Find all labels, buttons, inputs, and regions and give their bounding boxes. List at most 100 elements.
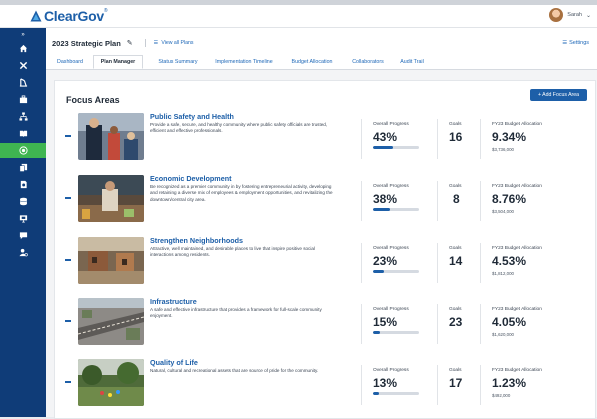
tab-dashboard[interactable]: Dashboard	[50, 55, 90, 69]
expand-row-icon[interactable]	[65, 197, 71, 199]
expand-row-icon[interactable]	[65, 381, 71, 383]
goals-label: Goals	[449, 368, 462, 373]
sidebar-item-org[interactable]	[0, 109, 46, 124]
sidebar-item-briefcase[interactable]	[0, 92, 46, 107]
progress-bar-fill	[373, 208, 391, 211]
expand-row-icon[interactable]	[65, 135, 71, 137]
book-icon	[19, 130, 27, 138]
budget-percent: 9.34%	[492, 130, 527, 144]
divider	[480, 304, 481, 344]
progress-bar-fill	[373, 392, 379, 395]
settings-link[interactable]: ☰ Settings	[562, 40, 589, 46]
progress-value: 13%	[373, 376, 398, 390]
document-chart-icon	[20, 180, 27, 189]
focus-area-image	[78, 237, 144, 284]
add-focus-area-button[interactable]: + Add Focus Area	[530, 89, 587, 101]
sidebar-item-reports[interactable]	[0, 177, 46, 192]
divider	[437, 181, 438, 221]
progress-bar	[373, 392, 419, 395]
chevron-down-icon: ⌄	[585, 12, 591, 19]
sidebar-item-messages[interactable]	[0, 228, 46, 243]
goals-value: 16	[449, 130, 463, 144]
pencil-icon[interactable]: ✎	[127, 39, 133, 47]
progress-label: Overall Progress	[373, 307, 409, 312]
focus-area-name[interactable]: Public Safety and Health	[150, 112, 234, 121]
focus-area-description: Natural, cultural and recreational asset…	[150, 368, 319, 373]
tab-audit-trail[interactable]: Audit Trail	[396, 55, 428, 69]
progress-bar	[373, 331, 419, 334]
goals-value: 17	[449, 376, 463, 390]
main-content: Focus Areas + Add Focus Area Public Safe…	[46, 70, 597, 419]
app-window: ClearGov® Sarah ⌄ » 2023 Strategic Plan …	[0, 5, 597, 419]
focus-area-name[interactable]: Quality of Life	[150, 358, 198, 367]
progress-value: 43%	[373, 130, 398, 144]
progress-bar	[373, 146, 419, 149]
logo-text: ClearGov®	[44, 8, 108, 24]
sidebar-item-scale[interactable]	[0, 75, 46, 90]
sidebar-item-tools[interactable]	[0, 58, 46, 73]
budget-amount: $3,504,000	[492, 209, 514, 214]
user-name: Sarah	[567, 12, 582, 18]
plan-title-row: 2023 Strategic Plan ✎ ☰ View all Plans	[52, 37, 194, 49]
focus-area-name[interactable]: Strengthen Neighborhoods	[150, 236, 243, 245]
focus-area-description: Attractive, well maintained, and desirab…	[150, 246, 315, 258]
focus-area-image	[78, 359, 144, 406]
expand-row-icon[interactable]	[65, 320, 71, 322]
tab-status-summary[interactable]: Status Summary	[150, 55, 206, 69]
progress-label: Overall Progress	[373, 122, 409, 127]
divider	[437, 365, 438, 405]
focus-area-description: Provide a safe, secure, and healthy comm…	[150, 122, 328, 134]
progress-bar-fill	[373, 146, 393, 149]
focus-area-image	[78, 298, 144, 345]
avatar	[549, 8, 564, 22]
sidebar: »	[0, 28, 46, 417]
view-all-plans-link[interactable]: ☰ View all Plans	[154, 40, 194, 46]
budget-amount: $492,000	[492, 393, 511, 398]
view-all-label: View all Plans	[161, 40, 194, 46]
sidebar-item-book[interactable]	[0, 126, 46, 141]
scale-icon	[19, 78, 27, 87]
focus-area-row: Infrastructure A safe and effective infr…	[55, 297, 595, 348]
cleargov-logo[interactable]: ClearGov®	[30, 8, 108, 24]
budget-percent: 4.53%	[492, 254, 527, 268]
focus-area-description: A safe and effective infrastructure that…	[150, 307, 322, 319]
focus-area-row: Public Safety and Health Provide a safe,…	[55, 112, 595, 163]
settings-label: Settings	[569, 40, 589, 46]
progress-value: 15%	[373, 315, 398, 329]
divider	[480, 119, 481, 159]
divider	[144, 39, 146, 47]
tab-implementation-timeline[interactable]: Implementation Timeline	[209, 55, 279, 69]
goals-value: 8	[453, 192, 460, 206]
tab-budget-allocation[interactable]: Budget Allocation	[286, 55, 338, 69]
progress-value: 23%	[373, 254, 398, 268]
focus-area-row: Economic Development Be recognized as a …	[55, 174, 595, 225]
tab-plan-manager[interactable]: Plan Manager	[93, 55, 143, 69]
progress-bar-fill	[373, 331, 380, 334]
progress-label: Overall Progress	[373, 184, 409, 189]
budget-percent: 8.76%	[492, 192, 527, 206]
tab-collaborators[interactable]: Collaborators	[347, 55, 389, 69]
briefcase-icon	[19, 95, 27, 104]
divider	[361, 243, 362, 283]
database-icon	[19, 197, 27, 206]
goals-label: Goals	[449, 184, 462, 189]
divider	[437, 304, 438, 344]
focus-area-name[interactable]: Infrastructure	[150, 297, 197, 306]
sidebar-item-documents[interactable]	[0, 160, 46, 175]
sidebar-item-presentation[interactable]	[0, 211, 46, 226]
focus-area-row: Strengthen Neighborhoods Attractive, wel…	[55, 236, 595, 287]
divider	[361, 119, 362, 159]
user-menu[interactable]: Sarah ⌄	[549, 8, 591, 22]
sidebar-item-strategic-plan[interactable]	[0, 143, 46, 158]
sidebar-expand-button[interactable]: »	[0, 30, 46, 40]
progress-bar	[373, 208, 419, 211]
divider	[480, 365, 481, 405]
expand-row-icon[interactable]	[65, 259, 71, 261]
sidebar-item-data[interactable]	[0, 194, 46, 209]
sidebar-item-home[interactable]	[0, 41, 46, 56]
focus-area-description: Be recognized as a premier community in …	[150, 184, 333, 202]
progress-label: Overall Progress	[373, 368, 409, 373]
sidebar-item-users[interactable]	[0, 245, 46, 260]
focus-area-name[interactable]: Economic Development	[150, 174, 231, 183]
document-copy-icon	[19, 163, 27, 172]
